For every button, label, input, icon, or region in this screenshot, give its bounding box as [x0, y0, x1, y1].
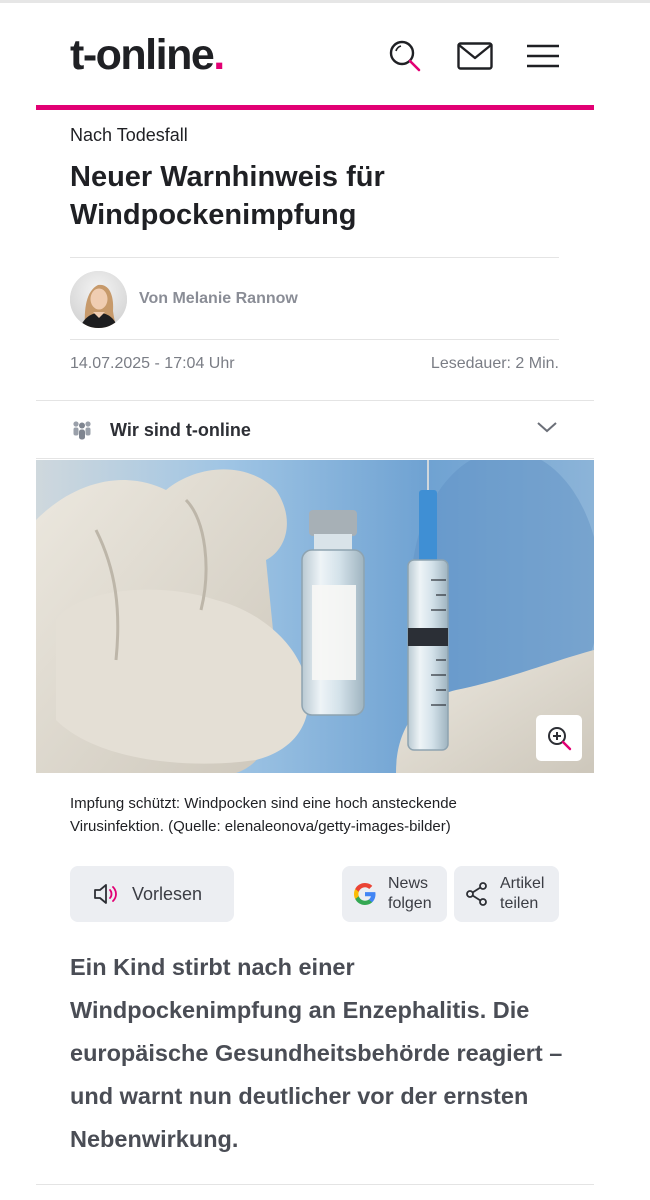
share-article-button[interactable]: Artikel teilen: [454, 866, 559, 922]
header-accent-rule: [36, 105, 594, 110]
news-follow-label: News folgen: [388, 875, 432, 912]
about-us-label: Wir sind t-online: [110, 419, 251, 440]
read-aloud-button[interactable]: Vorlesen: [70, 866, 234, 922]
google-news-follow-button[interactable]: News folgen: [342, 866, 447, 922]
chevron-down-icon: [537, 422, 557, 433]
article-kicker: Nach Todesfall: [70, 125, 188, 145]
speaker-icon: [94, 884, 117, 904]
google-g-icon: [354, 883, 376, 905]
article-lead: Ein Kind stirbt nach einer Windpockenimp…: [70, 954, 563, 1152]
zoom-in-icon: [548, 727, 572, 751]
read-aloud-label: Vorlesen: [132, 883, 203, 904]
t-online-logo[interactable]: t-online.: [70, 30, 225, 80]
mail-button[interactable]: [455, 36, 495, 76]
menu-button[interactable]: [523, 36, 563, 76]
search-button[interactable]: [385, 36, 425, 76]
zoom-image-button[interactable]: [536, 715, 582, 761]
people-icon: [73, 421, 91, 440]
divider: [36, 458, 594, 459]
divider: [36, 400, 594, 401]
vaccine-vial-syringe-image: [36, 460, 594, 773]
mail-icon: [457, 42, 493, 70]
read-time: Lesedauer: 2 Min.: [430, 355, 559, 372]
share-icon: [466, 882, 487, 906]
article-photo[interactable]: [36, 460, 594, 773]
divider: [70, 339, 559, 340]
top-border: [0, 0, 650, 3]
divider: [36, 1184, 594, 1185]
author-avatar: [70, 270, 127, 328]
author-name[interactable]: Von Melanie Rannow: [139, 290, 298, 308]
site-header: t-online.: [70, 30, 560, 80]
photo-caption: Impfung schützt: Windpocken sind eine ho…: [70, 795, 457, 835]
menu-icon: [527, 44, 559, 68]
share-label: Artikel teilen: [500, 875, 545, 912]
search-icon: [389, 40, 421, 72]
divider: [70, 257, 559, 258]
about-us-toggle[interactable]: Wir sind t-online: [36, 402, 594, 458]
article-headline: Neuer Warnhinweis für Windpockenimpfung: [70, 161, 385, 231]
publish-date: 14.07.2025 - 17:04 Uhr: [70, 355, 235, 372]
author-block[interactable]: Von Melanie Rannow: [70, 270, 298, 328]
